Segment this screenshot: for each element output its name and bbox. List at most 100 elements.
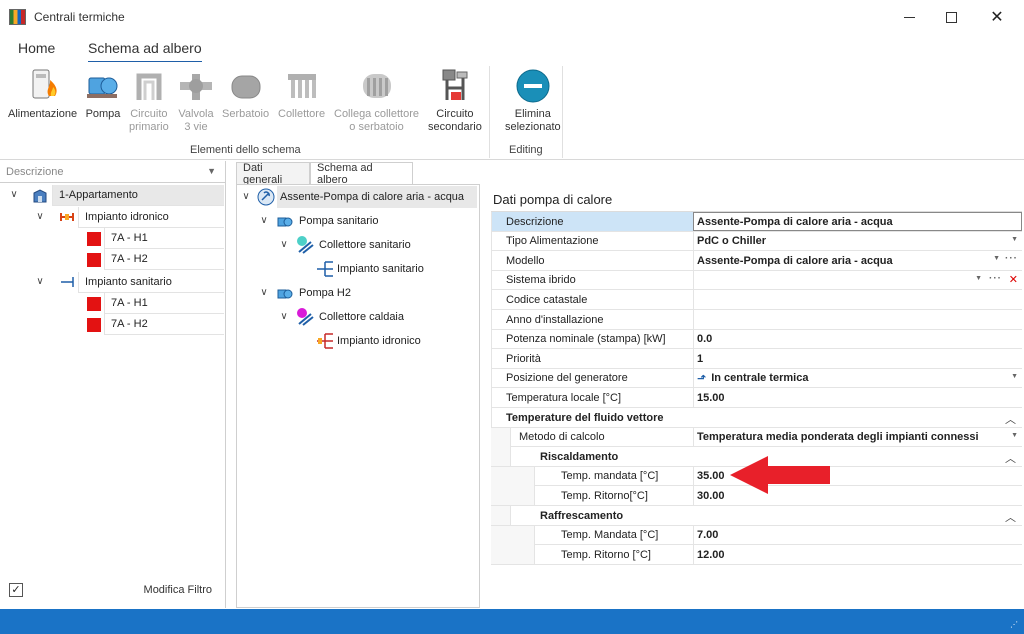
tree-node-impianto-idronico[interactable]: Impianto idronico	[337, 330, 421, 352]
property-value-posizione[interactable]: ⬏ In centrale termica ▼	[693, 368, 1022, 388]
ribbon-tabs: Home Schema ad albero	[0, 34, 1024, 64]
chevron-down-icon[interactable]: ∨	[240, 191, 252, 202]
circuito-primario-button[interactable]: Circuito primario	[129, 66, 169, 134]
property-value-codice[interactable]	[693, 290, 1022, 310]
chevron-down-icon[interactable]: ∨	[278, 239, 290, 250]
tree-node-7a-h2[interactable]: 7A - H2	[104, 314, 224, 335]
valvola-3-vie-button[interactable]: Valvola 3 vie	[178, 66, 214, 134]
property-row-codice-catastale[interactable]: Codice catastale	[491, 290, 1022, 310]
tree-node-appartamento[interactable]: 1-Appartamento	[52, 185, 224, 206]
property-row-posizione[interactable]: Posizione del generatore ⬏ In centrale t…	[491, 368, 1022, 389]
title-bar: Centrali termiche ✕	[0, 0, 1024, 34]
resize-grip-icon[interactable]: ⋰	[1010, 620, 1020, 630]
manifold-icon	[295, 307, 315, 327]
tab-dati-generali[interactable]: Dati generali	[236, 162, 310, 186]
alimentazione-label: Alimentazione	[8, 108, 78, 120]
property-row-metodo[interactable]: Metodo di calcolo Temperatura media pond…	[491, 427, 1022, 448]
tree-node-pompa-h2[interactable]: Pompa H2	[299, 282, 351, 304]
chevron-up-icon[interactable]: ︿	[1005, 411, 1016, 427]
chevron-down-icon[interactable]: ∨	[278, 311, 290, 322]
property-row-temp-ritorno-raff[interactable]: Temp. Ritorno [°C] 12.00	[491, 545, 1022, 565]
tree-node-impianto-idronico[interactable]: Impianto idronico	[78, 207, 224, 228]
maximize-button[interactable]	[928, 0, 974, 34]
tree-node-impianto-sanitario[interactable]: Impianto sanitario	[337, 258, 424, 280]
minimize-button[interactable]	[886, 0, 932, 34]
collega-collettore-button[interactable]: Collega collettore o serbatoio	[334, 66, 419, 134]
tab-schema-ad-albero[interactable]: Schema ad albero	[88, 40, 202, 64]
property-row-temp-mandata-raff[interactable]: Temp. Mandata [°C] 7.00	[491, 525, 1022, 546]
property-row-anno[interactable]: Anno d'installazione	[491, 310, 1022, 330]
indent	[491, 525, 534, 545]
chevron-down-icon[interactable]: ∨	[258, 287, 270, 298]
property-value-priorita[interactable]: 1	[693, 349, 1022, 369]
collega-label: Collega collettore o serbatoio	[334, 108, 419, 133]
tree-node-pompa-sanitario[interactable]: Pompa sanitario	[299, 210, 379, 232]
tree-node-label: 7A - H1	[111, 232, 148, 244]
property-row-descrizione[interactable]: Descrizione Assente-Pompa di calore aria…	[491, 212, 1022, 232]
pompa-button[interactable]: Pompa	[85, 66, 121, 121]
dropdown-arrow-icon[interactable]: ▼	[975, 275, 982, 282]
tree-node-impianto-sanitario[interactable]: Impianto sanitario	[78, 272, 224, 293]
tab-home[interactable]: Home	[18, 40, 55, 56]
property-value-ritorno-raff[interactable]: 12.00	[693, 545, 1022, 565]
dropdown-arrow-icon[interactable]: ▼	[993, 255, 1000, 262]
tree-node-collettore-sanitario[interactable]: Collettore sanitario	[319, 234, 411, 256]
chevron-up-icon[interactable]: ︿	[1005, 509, 1016, 525]
clear-x-icon[interactable]: ✕	[1009, 273, 1018, 286]
serbatoio-button[interactable]: Serbatoio	[222, 66, 269, 121]
category-raffrescamento[interactable]: Raffrescamento ︿	[491, 506, 1022, 526]
property-name: Sistema ibrido	[491, 270, 693, 290]
chevron-down-icon[interactable]: ∨	[34, 276, 46, 287]
tree-node-7a-h1[interactable]: 7A - H1	[104, 293, 224, 314]
modifica-filtro-checkbox[interactable]: ✓	[9, 583, 23, 597]
circuito-secondario-label: Circuito secondario	[428, 108, 482, 133]
property-row-tipo-alimentazione[interactable]: Tipo Alimentazione PdC o Chiller ▼	[491, 231, 1022, 252]
tab-schema-ad-albero-content[interactable]: Schema ad albero	[310, 162, 413, 186]
elimina-selezionato-button[interactable]: Elimina selezionato	[505, 66, 561, 134]
property-value-text: Temperatura media ponderata degli impian…	[697, 431, 979, 444]
serbatoio-label: Serbatoio	[222, 108, 270, 120]
elimina-label: Elimina selezionato	[505, 108, 561, 133]
circuito-secondario-button[interactable]: Circuito secondario	[428, 66, 482, 134]
properties-title: Dati pompa di calore	[493, 192, 613, 207]
property-value-metodo[interactable]: Temperatura media ponderata degli impian…	[693, 427, 1022, 447]
dropdown-arrow-icon[interactable]: ▼	[1011, 236, 1018, 243]
property-row-priorita[interactable]: Priorità 1	[491, 349, 1022, 369]
filter-dropdown-icon[interactable]: ▼	[207, 166, 216, 176]
tree-node-label: 7A - H2	[111, 318, 148, 330]
tank-icon	[228, 66, 264, 104]
property-value-anno[interactable]	[693, 310, 1022, 329]
ellipsis-icon[interactable]: ···	[1005, 253, 1018, 264]
property-row-sistema-ibrido[interactable]: Sistema ibrido ▼ ··· ✕	[491, 270, 1022, 291]
close-button[interactable]: ✕	[974, 0, 1020, 34]
collettore-button[interactable]: Collettore	[278, 66, 325, 121]
property-row-potenza[interactable]: Potenza nominale (stampa) [kW] 0.0	[491, 329, 1022, 350]
tree-node-pompa-di-calore[interactable]: Assente-Pompa di calore aria - acqua	[277, 186, 477, 208]
heat-pump-icon	[257, 188, 275, 206]
property-value-modello[interactable]: Assente-Pompa di calore aria - acqua ▼ ·…	[693, 251, 1022, 271]
property-value-mandata-raff[interactable]: 7.00	[693, 525, 1022, 545]
tree-node-7a-h2[interactable]: 7A - H2	[104, 249, 224, 270]
description-filter[interactable]: Descrizione ▼	[0, 161, 225, 183]
modifica-filtro-label[interactable]: Modifica Filtro	[144, 584, 212, 596]
tree-node-7a-h1[interactable]: 7A - H1	[104, 228, 224, 249]
chevron-up-icon[interactable]: ︿	[1005, 450, 1016, 466]
ribbon-group-separator-2	[562, 66, 563, 158]
tree-node-collettore-caldaia[interactable]: Collettore caldaia	[319, 306, 404, 328]
property-row-temperatura-locale[interactable]: Temperatura locale [°C] 15.00	[491, 388, 1022, 408]
property-row-modello[interactable]: Modello Assente-Pompa di calore aria - a…	[491, 251, 1022, 271]
ellipsis-icon[interactable]: ···	[989, 273, 1002, 284]
property-value-temp-locale[interactable]: 15.00	[693, 388, 1022, 408]
property-value-ibrido[interactable]: ▼ ··· ✕	[693, 270, 1022, 290]
property-value-descrizione[interactable]: Assente-Pompa di calore aria - acqua	[693, 212, 1022, 231]
property-value-tipo[interactable]: PdC o Chiller ▼	[693, 231, 1022, 251]
indent	[491, 447, 510, 467]
alimentazione-button[interactable]: Alimentazione	[8, 66, 77, 121]
category-temperature-fluido[interactable]: Temperature del fluido vettore ︿	[491, 408, 1022, 428]
dropdown-arrow-icon[interactable]: ▼	[1011, 373, 1018, 380]
chevron-down-icon[interactable]: ∨	[8, 189, 20, 200]
dropdown-arrow-icon[interactable]: ▼	[1011, 432, 1018, 439]
chevron-down-icon[interactable]: ∨	[34, 211, 46, 222]
chevron-down-icon[interactable]: ∨	[258, 215, 270, 226]
property-value-potenza[interactable]: 0.0	[693, 329, 1022, 349]
